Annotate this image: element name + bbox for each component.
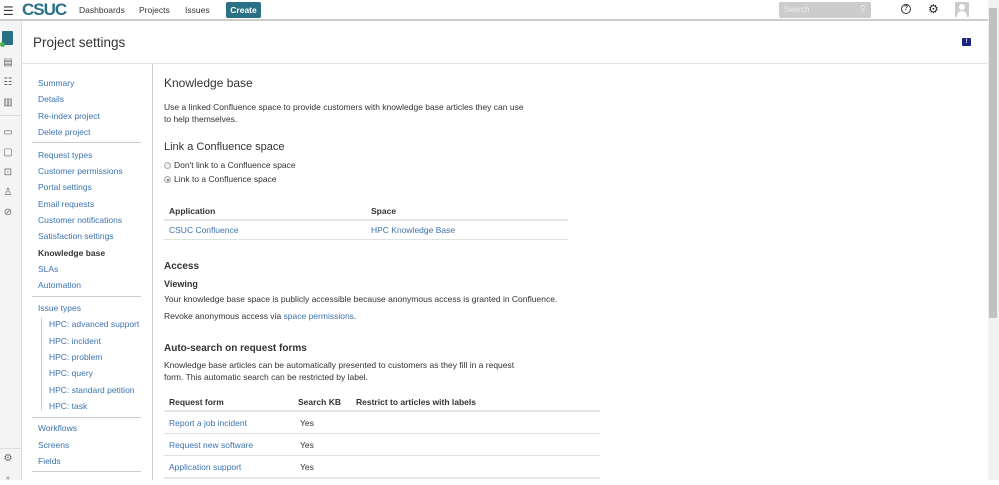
column-header-search-kb: Search KB (298, 397, 341, 407)
create-button[interactable]: Create (226, 2, 261, 18)
autosearch-text: Knowledge base articles can be automatic… (164, 360, 515, 382)
request-form-link[interactable]: Request new software (169, 440, 253, 450)
issue-types-tree-line (41, 318, 42, 410)
nav-slas[interactable]: SLAs (38, 264, 58, 274)
column-header-restrict-labels: Restrict to articles with labels (356, 397, 476, 407)
nav-issue-type[interactable]: HPC: incident (49, 336, 101, 346)
queues-icon[interactable]: ▤ (2, 57, 14, 69)
column-header-request-form: Request form (169, 397, 224, 407)
menu-icon[interactable]: ☰ (3, 4, 14, 18)
nav-request-types[interactable]: Request types (38, 150, 92, 160)
nav-customer-notifications[interactable]: Customer notifications (38, 215, 122, 225)
nav-divider (32, 142, 141, 143)
project-settings-icon[interactable]: ⚙ (2, 453, 14, 465)
nav-issue-types[interactable]: Issue types (38, 303, 81, 313)
nav-issue-type[interactable]: HPC: problem (49, 352, 102, 362)
nav-dashboards[interactable]: Dashboards (79, 5, 125, 15)
compass-icon[interactable]: ⊘ (2, 207, 14, 219)
add-people-icon[interactable]: ♙ (2, 187, 14, 199)
nav-fields[interactable]: Fields (38, 456, 61, 466)
raise-request-icon[interactable]: ▭ (2, 127, 14, 139)
csuc-logo[interactable]: CSUC (22, 0, 67, 20)
column-header-application: Application (169, 206, 216, 216)
autosearch-heading: Auto-search on request forms (164, 343, 307, 354)
reports-icon[interactable]: ▥ (2, 97, 14, 109)
nav-automation[interactable]: Automation (38, 280, 81, 290)
nav-divider (32, 296, 141, 297)
nav-projects[interactable]: Projects (139, 5, 170, 15)
user-avatar[interactable] (955, 2, 969, 17)
nav-details[interactable]: Details (38, 94, 64, 104)
revoke-text: Revoke anonymous access via space permis… (164, 310, 764, 322)
scrollbar-thumb[interactable] (989, 8, 997, 318)
nav-knowledge-base[interactable]: Knowledge base (38, 248, 105, 258)
link-confluence-heading: Link a Confluence space (164, 141, 285, 153)
search-input[interactable]: Search (779, 2, 871, 18)
help-icon[interactable]: ? (901, 4, 911, 14)
radio-dont-link[interactable]: Don't link to a Confluence space (164, 160, 296, 170)
header-divider (22, 63, 988, 64)
access-heading: Access (164, 261, 200, 272)
search-kb-value: Yes (300, 440, 314, 450)
radio-link[interactable]: Link to a Confluence space (164, 174, 277, 184)
revoke-suffix: . (353, 311, 357, 321)
nav-issues[interactable]: Issues (185, 5, 210, 15)
knowledge-base-icon[interactable]: ⊡ (2, 167, 14, 179)
nav-email-requests[interactable]: Email requests (38, 199, 94, 209)
project-sidebar-rail: ▤ ☷ ▥ ▭ ▢ ⊡ ♙ ⊘ ⚙ » (0, 21, 22, 482)
intro-text: Use a linked Confluence space to provide… (164, 102, 524, 124)
nav-summary[interactable]: Summary (38, 78, 74, 88)
nav-issue-type[interactable]: HPC: task (49, 401, 87, 411)
nav-reindex-project[interactable]: Re-index project (38, 111, 100, 121)
nav-satisfaction-settings[interactable]: Satisfaction settings (38, 231, 114, 241)
nav-customer-permissions[interactable]: Customer permissions (38, 166, 123, 176)
search-kb-value: Yes (300, 418, 314, 428)
nav-issue-type[interactable]: HPC: query (49, 368, 93, 378)
nav-portal-settings[interactable]: Portal settings (38, 182, 92, 192)
expand-sidebar-icon[interactable]: » (2, 473, 14, 485)
viewing-text: Your knowledge base space is publicly ac… (164, 294, 558, 304)
nav-delete-project[interactable]: Delete project (38, 127, 90, 137)
nav-issue-type[interactable]: HPC: standard petition (49, 385, 135, 395)
column-header-space: Space (371, 206, 397, 216)
nav-screens[interactable]: Screens (38, 440, 69, 450)
nav-issue-type[interactable]: HPC: advanced support (49, 319, 139, 329)
revoke-prefix: Revoke anonymous access via (164, 311, 284, 321)
gear-icon[interactable]: ⚙ (928, 2, 939, 16)
search-kb-value: Yes (300, 462, 314, 472)
nav-workflows[interactable]: Workflows (38, 423, 77, 433)
issues-icon[interactable]: ▢ (2, 147, 14, 159)
request-form-link[interactable]: Application support (169, 462, 241, 472)
space-link[interactable]: HPC Knowledge Base (371, 225, 455, 235)
nav-divider (32, 471, 141, 472)
nav-divider (32, 417, 141, 418)
radio-label: Don't link to a Confluence space (174, 160, 296, 170)
page-title: Project settings (33, 35, 126, 50)
radio-label: Link to a Confluence space (174, 174, 277, 184)
space-permissions-link[interactable]: space permissions (284, 311, 354, 321)
feedback-icon[interactable]: ! (962, 38, 971, 46)
viewing-heading: Viewing (164, 279, 198, 289)
application-link[interactable]: CSUC Confluence (169, 225, 238, 235)
request-form-link[interactable]: Report a job incident (169, 418, 247, 428)
section-title: Knowledge base (164, 76, 253, 90)
settings-navigation: Summary Details Re-index project Delete … (22, 64, 153, 480)
customers-icon[interactable]: ☷ (2, 77, 14, 89)
search-icon: ⚲ (860, 4, 866, 13)
top-navigation-bar: ☰ CSUC Dashboards Projects Issues Create… (0, 0, 988, 21)
